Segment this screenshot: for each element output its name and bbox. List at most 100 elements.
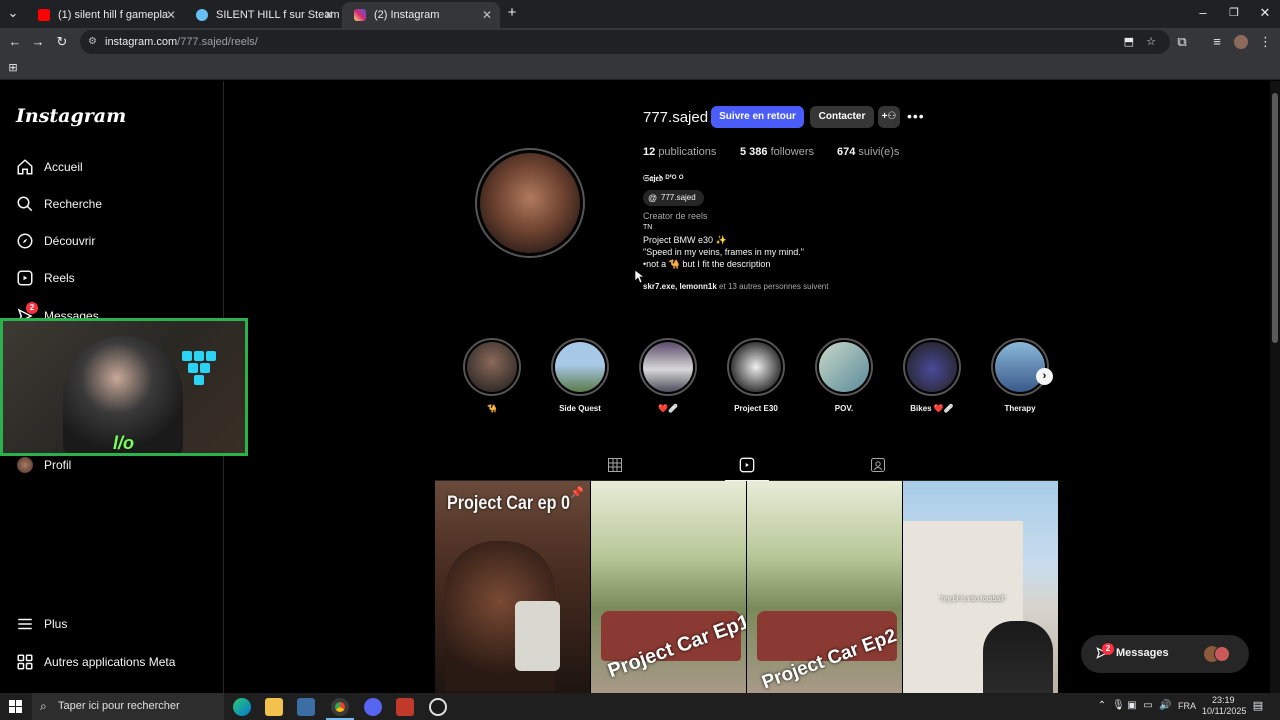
- sidebar-item-plus[interactable]: Plus: [16, 612, 67, 636]
- bio-line: Project BMW e30 ✨: [643, 235, 727, 245]
- grid-icon: [608, 458, 622, 472]
- highlight-item[interactable]: Project E30: [726, 338, 786, 413]
- contact-button[interactable]: Contacter: [810, 106, 874, 128]
- stat-publications: 12 publications: [643, 146, 716, 158]
- tab-steam[interactable]: SILENT HILL f sur Steam ✕: [184, 2, 342, 28]
- tab-youtube[interactable]: (1) silent hill f gameplay - YouTube ✕: [26, 2, 184, 28]
- highlight-ring: [991, 338, 1049, 396]
- profile-avatar-icon[interactable]: [1234, 35, 1248, 49]
- reels-icon: [739, 457, 755, 473]
- reel-thumbnail[interactable]: Project Car ep 0 📌: [435, 481, 590, 693]
- highlight-item[interactable]: 🐪: [462, 338, 522, 413]
- tray-chevron-icon[interactable]: ⌃: [1097, 699, 1107, 713]
- obs-icon[interactable]: [429, 698, 447, 716]
- highlight-ring: [903, 338, 961, 396]
- site-info-icon[interactable]: ⚙: [88, 30, 97, 54]
- network-icon[interactable]: ▭: [1143, 699, 1153, 713]
- close-window-icon[interactable]: ✕: [1258, 6, 1272, 20]
- threads-badge[interactable]: @ 777.sajed: [643, 190, 704, 206]
- bookmark-star-icon[interactable]: ☆: [1146, 30, 1156, 54]
- reload-icon[interactable]: ↻: [55, 35, 69, 49]
- forward-icon[interactable]: →: [31, 35, 45, 49]
- profile-username: 777.sajed: [643, 109, 709, 126]
- tab-close-icon[interactable]: ✕: [324, 8, 334, 22]
- clock-date[interactable]: 10/11/2025: [1202, 706, 1246, 716]
- sidebar-item-profil[interactable]: Profil: [16, 453, 71, 477]
- media-control-icon[interactable]: ≡: [1210, 35, 1224, 49]
- url-host: instagram.com: [105, 36, 178, 48]
- profile-avatar[interactable]: [480, 153, 580, 253]
- highlight-cover: [907, 342, 957, 392]
- tab-posts[interactable]: [598, 452, 632, 480]
- page-scrollbar[interactable]: [1270, 81, 1280, 693]
- search-icon: ⌕: [40, 699, 47, 713]
- clock-time[interactable]: 23:19: [1212, 695, 1235, 705]
- reels-icon: [16, 269, 34, 287]
- language-indicator[interactable]: FRA: [1178, 701, 1196, 711]
- reel-thumbnail[interactable]: Project Car Ep2: [747, 481, 902, 693]
- follow-back-button[interactable]: Suivre en retour: [711, 106, 804, 128]
- highlight-item[interactable]: ❤️🩹: [638, 338, 698, 413]
- windows-start-icon[interactable]: [9, 700, 22, 713]
- highlight-label: Therapy: [1004, 404, 1036, 413]
- tab-search-icon[interactable]: ⌄: [6, 6, 20, 20]
- taskbar-app-icon[interactable]: ▣: [1127, 699, 1137, 713]
- following-count: 674: [837, 146, 856, 158]
- sidebar-item-decouvrir[interactable]: Découvrir: [16, 229, 95, 253]
- following-label: suivi(e)s: [858, 146, 900, 158]
- taskbar-search-input[interactable]: ⌕ Taper ici pour rechercher: [32, 693, 224, 720]
- discord-icon[interactable]: [364, 698, 382, 716]
- more-options-icon[interactable]: •••: [907, 108, 925, 124]
- highlight-item[interactable]: Bikes ❤️🩹: [902, 338, 962, 413]
- chrome-icon[interactable]: [331, 698, 349, 716]
- stat-following[interactable]: 674 suivi(e)s: [837, 146, 899, 158]
- restore-icon[interactable]: ❐: [1227, 6, 1241, 20]
- avatar-icon: [16, 456, 34, 474]
- followed-by-rest: et 13 autres personnes suivent: [716, 282, 829, 291]
- hex-light-panel: [178, 351, 222, 401]
- minimize-icon[interactable]: –: [1196, 6, 1210, 20]
- sidebar-item-label: Profil: [44, 458, 72, 472]
- apps-grid-icon[interactable]: ⊞: [6, 61, 20, 75]
- edge-icon[interactable]: [233, 698, 251, 716]
- followed-by[interactable]: skr7.exe, lemonn1k et 13 autres personne…: [643, 282, 828, 291]
- reel-person: [983, 621, 1053, 693]
- tab-title: SILENT HILL f sur Steam: [216, 9, 340, 21]
- extensions-icon[interactable]: ⧉: [1175, 35, 1189, 49]
- highlight-item[interactable]: Side Quest: [550, 338, 610, 413]
- back-icon[interactable]: ←: [8, 35, 22, 49]
- streaming-app-icon[interactable]: [396, 698, 414, 716]
- tab-close-icon[interactable]: ✕: [482, 8, 492, 22]
- highlight-item[interactable]: POV.: [814, 338, 874, 413]
- followers-label: followers: [770, 146, 814, 158]
- messages-floating-button[interactable]: 2 Messages: [1081, 635, 1249, 673]
- address-bar[interactable]: ⚙ instagram.com/777.sajed/reels/ ☆ ⬒: [80, 30, 1170, 54]
- tab-reels[interactable]: [725, 452, 769, 481]
- stat-followers[interactable]: 5 386 followers: [740, 146, 814, 158]
- store-icon[interactable]: [297, 698, 315, 716]
- chrome-menu-icon[interactable]: ⋮: [1259, 35, 1272, 49]
- mouse-cursor-icon: [635, 270, 645, 284]
- sidebar-item-reels[interactable]: Reels: [16, 266, 75, 290]
- microphone-icon[interactable]: 🎙: [1112, 699, 1125, 713]
- tab-instagram[interactable]: (2) Instagram ✕: [342, 2, 500, 28]
- reel-thumbnail[interactable]: Project Car Ep1: [591, 481, 746, 693]
- reel-thumbnail[interactable]: "my bf is into football": [903, 481, 1058, 693]
- publications-label: publications: [658, 146, 717, 158]
- new-tab-icon[interactable]: +: [505, 5, 519, 20]
- scrollbar-thumb[interactable]: [1272, 93, 1278, 343]
- notifications-icon[interactable]: ▤: [1252, 699, 1264, 713]
- speaker-icon[interactable]: 🔊: [1159, 699, 1171, 713]
- file-explorer-icon[interactable]: [265, 698, 283, 716]
- suggest-user-button[interactable]: +⚇: [878, 106, 900, 128]
- tab-tagged[interactable]: [861, 452, 895, 480]
- bio-line: •not a 🐪 but I fit the description: [643, 259, 771, 269]
- sidebar-item-recherche[interactable]: Recherche: [16, 192, 102, 216]
- highlights-next-button[interactable]: ›: [1036, 368, 1053, 385]
- sidebar-item-meta-apps[interactable]: Autres applications Meta: [16, 650, 175, 674]
- tab-close-icon[interactable]: ✕: [166, 8, 176, 22]
- sidebar-item-accueil[interactable]: Accueil: [16, 155, 83, 179]
- instagram-logo[interactable]: Instagram: [16, 105, 126, 127]
- reel-caption: Project Car ep 0: [447, 493, 570, 514]
- install-app-icon[interactable]: ⬒: [1124, 30, 1134, 54]
